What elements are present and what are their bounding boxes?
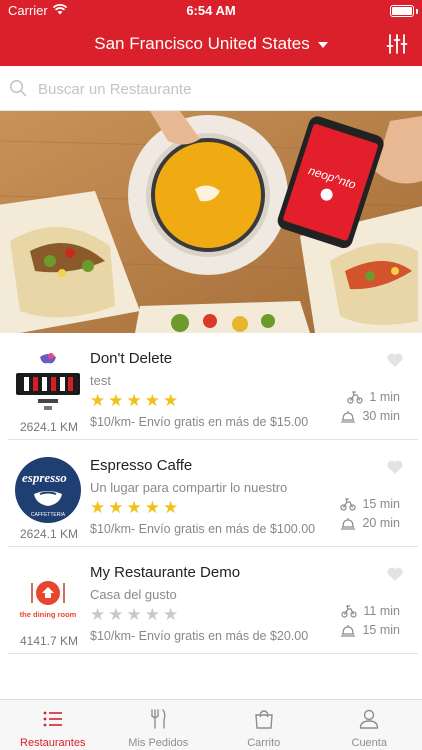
restaurant-logo: the dining room: [14, 563, 82, 631]
shopping-bag-icon: [254, 710, 273, 729]
star-icon: ★: [108, 391, 127, 410]
delivery-bike-icon: [341, 605, 358, 618]
pickup-time-label: 20 min: [362, 516, 400, 530]
status-bar: Carrier 6:54 AM: [0, 0, 422, 22]
pickup-time-label: 30 min: [362, 409, 400, 423]
dining-room-logo-text: the dining room: [20, 610, 77, 619]
tab-label: Restaurantes: [20, 737, 86, 749]
delivery-bike-icon: [340, 498, 357, 511]
tab-label: Carrito: [247, 737, 281, 749]
espresso-logo-subtext: CAFFETTERIA: [31, 512, 66, 518]
restaurant-logo: [15, 350, 81, 416]
pickup-icon: [341, 518, 356, 530]
star-icon: ★: [126, 498, 145, 517]
restaurant-row[interactable]: the dining room 4141.7 KM My Restaurante…: [0, 547, 422, 654]
restaurant-description: Casa del gusto: [90, 587, 177, 602]
tab-restaurantes[interactable]: Restaurantes: [0, 700, 106, 750]
heart-icon[interactable]: [386, 352, 404, 368]
star-icon: ★: [90, 605, 109, 624]
clock: 6:54 AM: [186, 3, 236, 18]
food-photo: neop^nto: [0, 111, 422, 333]
star-icon: ★: [126, 391, 145, 410]
pickup-time-label: 15 min: [362, 623, 400, 637]
star-icon: ★: [108, 498, 127, 517]
pickup-time: 20 min: [340, 516, 400, 530]
restaurant-row[interactable]: espresso CAFFETTERIA 2624.1 KM Espresso …: [0, 440, 422, 547]
delivery-time-label: 15 min: [362, 497, 400, 511]
location-label: San Francisco United States: [94, 34, 310, 53]
list-icon: [43, 711, 62, 727]
star-icon: ★: [126, 605, 145, 624]
fork-knife-icon: [151, 709, 166, 729]
rating-stars: ★★★★★: [90, 498, 181, 518]
star-icon: ★: [163, 605, 182, 624]
tab-label: Mis Pedidos: [128, 737, 189, 749]
star-icon: ★: [163, 391, 182, 410]
chevron-down-icon: [317, 42, 328, 48]
tab-cuenta[interactable]: Cuenta: [317, 700, 422, 750]
star-icon: ★: [144, 391, 163, 410]
pickup-icon: [341, 625, 356, 637]
nav-bar: San Francisco United States: [0, 22, 422, 66]
tab-bar: Restaurantes Mis Pedidos Carrito Cuenta: [0, 699, 422, 750]
search-icon: [9, 79, 27, 97]
star-icon: ★: [163, 498, 182, 517]
rating-stars: ★★★★★: [90, 605, 181, 625]
delivery-fee: $10/km- Envío gratis en más de $100.00: [90, 522, 316, 536]
battery-icon: [390, 5, 414, 17]
delivery-time: 1 min: [347, 390, 400, 404]
star-icon: ★: [90, 498, 109, 517]
star-icon: ★: [108, 605, 127, 624]
restaurant-description: Un lugar para compartir lo nuestro: [90, 480, 288, 495]
tab-carrito[interactable]: Carrito: [211, 700, 317, 750]
heart-icon[interactable]: [386, 566, 404, 582]
divider: [8, 653, 418, 654]
search-bar: [0, 66, 422, 111]
tab-mis-pedidos[interactable]: Mis Pedidos: [106, 700, 212, 750]
distance-label: 2624.1 KM: [19, 527, 79, 541]
search-input[interactable]: [38, 76, 408, 102]
star-icon: ★: [90, 391, 109, 410]
tab-label: Cuenta: [351, 737, 387, 749]
restaurant-logo: espresso CAFFETTERIA: [15, 457, 81, 523]
restaurant-name: My Restaurante Demo: [90, 564, 241, 581]
pickup-icon: [341, 411, 356, 423]
delivery-time: 11 min: [341, 604, 400, 618]
restaurant-row[interactable]: 2624.1 KM Don't Delete test ★★★★★ $10/km…: [0, 333, 422, 440]
rating-stars: ★★★★★: [90, 391, 181, 411]
battery-tip: [416, 9, 418, 14]
restaurant-description: test: [90, 373, 111, 388]
delivery-time: 15 min: [340, 497, 400, 511]
sliders-icon[interactable]: [386, 33, 408, 55]
heart-icon[interactable]: [386, 459, 404, 475]
user-icon: [360, 709, 379, 729]
restaurant-name: Espresso Caffe: [90, 457, 193, 474]
espresso-logo-text: espresso: [22, 470, 67, 485]
restaurant-name: Don't Delete: [90, 350, 173, 367]
delivery-fee: $10/km- Envío gratis en más de $15.00: [90, 415, 309, 429]
distance-label: 4141.7 KM: [19, 634, 79, 648]
star-icon: ★: [144, 605, 163, 624]
delivery-fee: $10/km- Envío gratis en más de $20.00: [90, 629, 309, 643]
location-selector[interactable]: San Francisco United States: [0, 22, 422, 66]
delivery-bike-icon: [347, 391, 364, 404]
pickup-time: 30 min: [340, 409, 400, 423]
hero-banner: neop^nto: [0, 111, 422, 333]
delivery-time-label: 11 min: [363, 604, 400, 618]
pickup-time: 15 min: [340, 623, 400, 637]
delivery-time-label: 1 min: [369, 390, 400, 404]
distance-label: 2624.1 KM: [19, 420, 79, 434]
star-icon: ★: [144, 498, 163, 517]
